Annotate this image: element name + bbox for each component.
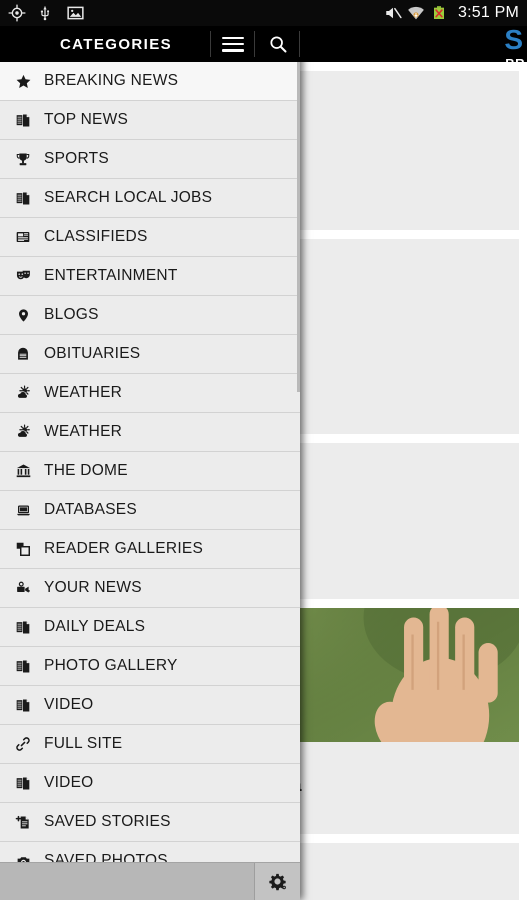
sidebar-item-full-site[interactable]: FULL SITE xyxy=(0,725,300,764)
sidebar-item-label: FULL SITE xyxy=(44,735,123,752)
drawer-title: CATEGORIES xyxy=(59,35,173,53)
sidebar-item-label: SAVED PHOTOS xyxy=(44,852,168,862)
weather-icon xyxy=(11,421,35,443)
sidebar-item-label: TOP NEWS xyxy=(44,111,129,128)
sidebar-item-label: SPORTS xyxy=(44,150,109,167)
hamburger-menu-icon xyxy=(221,36,244,52)
video-camera-icon xyxy=(11,577,35,599)
sidebar-item-databases[interactable]: DATABASES xyxy=(0,491,300,530)
image-icon xyxy=(66,4,84,22)
drawer-scrollbar[interactable] xyxy=(297,62,300,392)
sidebar-item-label: THE DOME xyxy=(44,462,128,479)
sidebar-item-saved-stories[interactable]: SAVED STORIES xyxy=(0,803,300,842)
sidebar-item-label: SEARCH LOCAL JOBS xyxy=(44,189,213,206)
sidebar-item-weather[interactable]: WEATHER xyxy=(0,413,300,452)
sidebar-item-blogs[interactable]: BLOGS xyxy=(0,296,300,335)
hamburger-menu-button[interactable] xyxy=(210,26,255,62)
sidebar-item-search-local-jobs[interactable]: SEARCH LOCAL JOBS xyxy=(0,179,300,218)
sidebar-item-label: VIDEO xyxy=(44,774,94,791)
status-bar: 3:51 PM xyxy=(0,0,527,26)
tombstone-icon xyxy=(11,343,35,365)
settings-button[interactable] xyxy=(254,862,300,900)
documents-icon xyxy=(11,694,35,716)
battery-warning-icon xyxy=(431,4,449,22)
app-screen: 3:51 PM S BR FEMA denies aid request fro… xyxy=(0,0,527,900)
documents-icon xyxy=(11,655,35,677)
sidebar-item-obituaries[interactable]: OBITUARIES xyxy=(0,335,300,374)
documents-icon xyxy=(11,187,35,209)
camera-icon xyxy=(11,850,35,862)
documents-icon xyxy=(11,772,35,794)
capitol-icon xyxy=(11,460,35,482)
sidebar-item-entertainment[interactable]: ENTERTAINMENT xyxy=(0,257,300,296)
sidebar-item-label: PHOTO GALLERY xyxy=(44,657,178,674)
mute-icon xyxy=(383,4,402,22)
link-icon xyxy=(11,733,35,755)
sidebar-item-label: OBITUARIES xyxy=(44,345,141,362)
sidebar-item-label: ENTERTAINMENT xyxy=(44,267,178,284)
documents-icon xyxy=(11,109,35,131)
sidebar-item-top-news[interactable]: TOP NEWS xyxy=(0,101,300,140)
status-bar-clock: 3:51 PM xyxy=(458,4,519,21)
search-icon xyxy=(268,34,288,54)
newspaper-icon xyxy=(11,226,35,248)
trophy-icon xyxy=(11,148,35,170)
sidebar-item-reader-galleries[interactable]: READER GALLERIES xyxy=(0,530,300,569)
sidebar-item-the-dome[interactable]: THE DOME xyxy=(0,452,300,491)
drawer-header: CATEGORIES xyxy=(0,26,300,62)
sidebar-item-video[interactable]: VIDEO xyxy=(0,764,300,803)
wifi-icon xyxy=(407,4,425,22)
navigation-drawer: CATEGORIES BREAKING NEWS TOP NEWS SPORTS SE… xyxy=(0,26,300,900)
sidebar-item-video[interactable]: VIDEO xyxy=(0,686,300,725)
laptop-icon xyxy=(11,499,35,521)
sidebar-item-daily-deals[interactable]: DAILY DEALS xyxy=(0,608,300,647)
sidebar-item-label: BLOGS xyxy=(44,306,99,323)
masks-icon xyxy=(11,265,35,287)
status-bar-right-icons: 3:51 PM xyxy=(383,4,519,22)
drawer-footer xyxy=(0,862,300,900)
sidebar-item-label: YOUR NEWS xyxy=(44,579,142,596)
category-list[interactable]: BREAKING NEWS TOP NEWS SPORTS SEARCH LOCAL … xyxy=(0,62,300,862)
weather-icon xyxy=(11,382,35,404)
pin-icon xyxy=(11,304,35,326)
brand-logo: S xyxy=(504,24,523,55)
sidebar-item-label: CLASSIFIEDS xyxy=(44,228,148,245)
gear-icon xyxy=(268,872,287,891)
sidebar-item-label: DAILY DEALS xyxy=(44,618,146,635)
sidebar-item-label: BREAKING NEWS xyxy=(44,72,179,89)
sidebar-item-weather[interactable]: WEATHER xyxy=(0,374,300,413)
windows-icon xyxy=(11,538,35,560)
add-document-icon xyxy=(11,811,35,833)
documents-icon xyxy=(11,616,35,638)
sidebar-item-your-news[interactable]: YOUR NEWS xyxy=(0,569,300,608)
sidebar-item-saved-photos[interactable]: SAVED PHOTOS xyxy=(0,842,300,862)
gps-location-icon xyxy=(8,4,26,22)
sidebar-item-sports[interactable]: SPORTS xyxy=(0,140,300,179)
sidebar-item-label: WEATHER xyxy=(44,423,123,440)
sidebar-item-breaking-news[interactable]: BREAKING NEWS xyxy=(0,62,300,101)
status-bar-left-icons xyxy=(8,4,84,22)
sidebar-item-classifieds[interactable]: CLASSIFIEDS xyxy=(0,218,300,257)
sidebar-item-photo-gallery[interactable]: PHOTO GALLERY xyxy=(0,647,300,686)
sidebar-item-label: READER GALLERIES xyxy=(44,540,204,557)
sidebar-item-label: VIDEO xyxy=(44,696,94,713)
star-icon xyxy=(11,70,35,92)
sidebar-item-label: SAVED STORIES xyxy=(44,813,171,830)
sidebar-item-label: WEATHER xyxy=(44,384,123,401)
sidebar-item-label: DATABASES xyxy=(44,501,137,518)
search-button[interactable] xyxy=(255,26,300,62)
usb-icon xyxy=(37,4,55,22)
